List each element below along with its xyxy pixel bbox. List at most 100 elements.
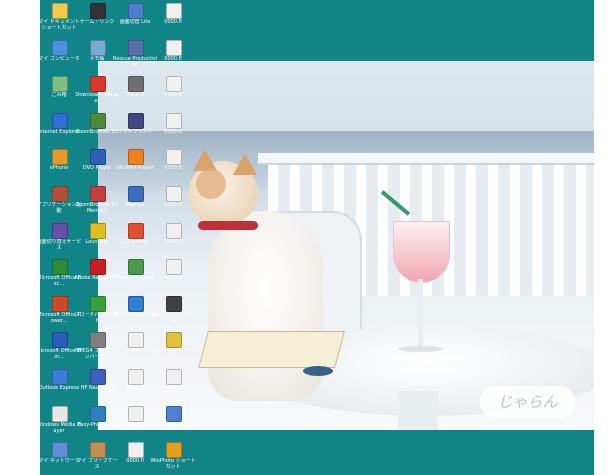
desktop-shortcut-label[interactable]: 0000.fl: [150, 56, 196, 62]
screensaver-icon[interactable]: [166, 332, 182, 348]
desktop-shortcut[interactable]: マイ ネットワーク: [38, 441, 80, 475]
screen-switch-lite-icon[interactable]: [128, 3, 144, 19]
desktop-shortcut[interactable]: 0000.fl: [116, 405, 154, 441]
my-documents-icon[interactable]: [52, 3, 68, 19]
desktop-shortcut-label[interactable]: iTunes: [150, 422, 196, 428]
desktop-shortcut[interactable]: 画面切替 Lite: [116, 2, 154, 38]
desktop-shortcut[interactable]: 0000.fl: [154, 75, 192, 111]
file-col4-4-icon[interactable]: [166, 113, 182, 129]
file-col4-7-icon[interactable]: [166, 223, 182, 239]
winphoto-icon[interactable]: [166, 442, 182, 458]
briefcase-icon[interactable]: [90, 442, 106, 458]
desktop-shortcut[interactable]: スクリーン セーバー: [152, 331, 194, 367]
file-0000c-icon[interactable]: [128, 442, 144, 458]
game-link-icon[interactable]: [90, 3, 106, 19]
desktop-shortcut[interactable]: Outlook Express: [39, 368, 79, 404]
zoombrowser-memory-icon[interactable]: [90, 186, 106, 202]
word-icon[interactable]: [52, 332, 68, 348]
file-col4-2-icon[interactable]: [166, 40, 182, 56]
internet-explorer-icon[interactable]: [52, 113, 68, 129]
file-col4-6-icon[interactable]: [166, 186, 182, 202]
desktop-shortcut[interactable]: CD Burner: [116, 222, 154, 258]
desktop-shortcut[interactable]: ごみ箱: [40, 75, 78, 111]
manual-icon[interactable]: [128, 186, 144, 202]
desktop-shortcut[interactable]: HP Navigator: [78, 368, 116, 404]
desktop-shortcut[interactable]: 0000.fl: [154, 2, 192, 38]
desktop-shortcut-label[interactable]: 0000.fl: [150, 239, 196, 245]
excel-icon[interactable]: [52, 259, 68, 275]
desktop-shortcut[interactable]: MPEG4 ファイルコンバーター: [75, 331, 119, 367]
download-manager-icon[interactable]: [90, 76, 106, 92]
launcher-icon[interactable]: [90, 223, 106, 239]
desktop-shortcut[interactable]: 0000.fl: [154, 148, 192, 184]
file-col4-8-icon[interactable]: [166, 259, 182, 275]
desktop-shortcut[interactable]: Manual: [116, 185, 154, 221]
desktop-shortcut[interactable]: 0000: [154, 368, 192, 404]
desktop-shortcut-label[interactable]: 0000.fl: [150, 129, 196, 135]
softprint-icon[interactable]: [128, 113, 144, 129]
desktop-shortcut[interactable]: ネットワーク ゲーム: [152, 295, 194, 331]
desktop-shortcut[interactable]: ウイルス: [116, 75, 154, 111]
network-game-icon[interactable]: [166, 296, 182, 312]
adobe-reader-icon[interactable]: [90, 259, 106, 275]
file-col4-5-icon[interactable]: [166, 149, 182, 165]
desktop-shortcut[interactable]: Microsoft Office Exc...: [37, 258, 81, 294]
desktop-shortcut[interactable]: Rescue Productivity: [113, 39, 157, 75]
antivirus-icon[interactable]: [128, 76, 144, 92]
desktop-shortcut[interactable]: Microsoft Office Wor...: [36, 331, 82, 367]
desktop-shortcut[interactable]: QuickTime Player: [113, 295, 157, 331]
broadband-guide-icon[interactable]: [90, 296, 106, 312]
desktop-shortcut[interactable]: 0000.fl: [154, 222, 192, 258]
desktop-shortcut[interactable]: ソフトプリント: [116, 112, 154, 148]
desktop-shortcut-label[interactable]: 0000.fl: [150, 19, 196, 25]
desktop-shortcut[interactable]: ゲーム・リンク: [78, 2, 116, 38]
screen-switch-icon[interactable]: [52, 223, 68, 239]
windows-media-player-icon[interactable]: [52, 406, 68, 422]
notepad-icon[interactable]: [90, 40, 106, 56]
desktop-shortcut-label[interactable]: 0000.fl: [150, 202, 196, 208]
desktop-shortcut[interactable]: ePhone: [40, 148, 78, 184]
desktop-shortcut[interactable]: WinPhoto ショートカット: [150, 441, 196, 475]
desktop-shortcut[interactable]: マイ ブリーフケース: [76, 441, 118, 475]
picture-gallery-icon[interactable]: [128, 259, 144, 275]
desktop-shortcut[interactable]: 0000.fl: [154, 258, 192, 294]
desktop-shortcut[interactable]: iTunes: [154, 405, 192, 441]
desktop-shortcut-label[interactable]: 0000: [150, 385, 196, 391]
desktop-shortcut[interactable]: Launcher: [78, 222, 116, 258]
desktop-shortcut-label[interactable]: WinPhoto ショートカット: [150, 458, 196, 470]
desktop-shortcut[interactable]: 0400.fl: [116, 368, 154, 404]
desktop-shortcut[interactable]: マイ ドキュメントショートカット: [38, 2, 80, 38]
desktop-shortcut-label[interactable]: ネットワーク ゲーム: [150, 312, 196, 324]
desktop-shortcut[interactable]: Easy-PhotoPrint: [77, 405, 117, 441]
recycle-bin-icon[interactable]: [52, 76, 68, 92]
file-col4-1-icon[interactable]: [166, 3, 182, 19]
desktop-shortcut[interactable]: Windows Media Player: [37, 405, 81, 441]
hp-navigator-icon[interactable]: [90, 369, 106, 385]
my-computer-icon[interactable]: [52, 40, 68, 56]
file-0000-icon[interactable]: [128, 332, 144, 348]
desktop-shortcut[interactable]: マイ コンピュータ: [38, 39, 80, 75]
desktop-shortcut[interactable]: 画面切り替えサービス: [37, 222, 81, 258]
file-col4-3-icon[interactable]: [166, 76, 182, 92]
my-network-icon[interactable]: [52, 442, 68, 458]
desktop-shortcut-label[interactable]: 0000.fl: [150, 275, 196, 281]
dvd-player-icon[interactable]: [90, 149, 106, 165]
desktop-shortcut[interactable]: メモ帳: [78, 39, 116, 75]
desktop-shortcut[interactable]: WinAMP Player: [116, 148, 154, 184]
ephone-icon[interactable]: [52, 149, 68, 165]
winamp-icon[interactable]: [128, 149, 144, 165]
cd-burner-icon[interactable]: [128, 223, 144, 239]
desktop-shortcut[interactable]: ZoomBrowser EX Memory: [76, 185, 118, 221]
mpeg4-converter-icon[interactable]: [90, 332, 106, 348]
desktop-shortcut[interactable]: Adobe Reader 7.0: [75, 258, 119, 294]
desktop-shortcut[interactable]: 0000.fl: [116, 331, 154, 367]
easy-photoprint-icon[interactable]: [90, 406, 106, 422]
desktop-shortcut[interactable]: ZoomBrowser EX: [76, 112, 118, 148]
desktop-shortcut[interactable]: ブロードバンドガイド: [74, 295, 120, 331]
rescue-icon[interactable]: [128, 40, 144, 56]
desktop-shortcut[interactable]: 0000.fl: [154, 112, 192, 148]
desktop-shortcut[interactable]: Download Manager: [75, 75, 119, 111]
file-0000b-icon[interactable]: [128, 406, 144, 422]
quicktime-icon[interactable]: [128, 296, 144, 312]
desktop-shortcut[interactable]: Picture Gallery: [116, 258, 154, 294]
